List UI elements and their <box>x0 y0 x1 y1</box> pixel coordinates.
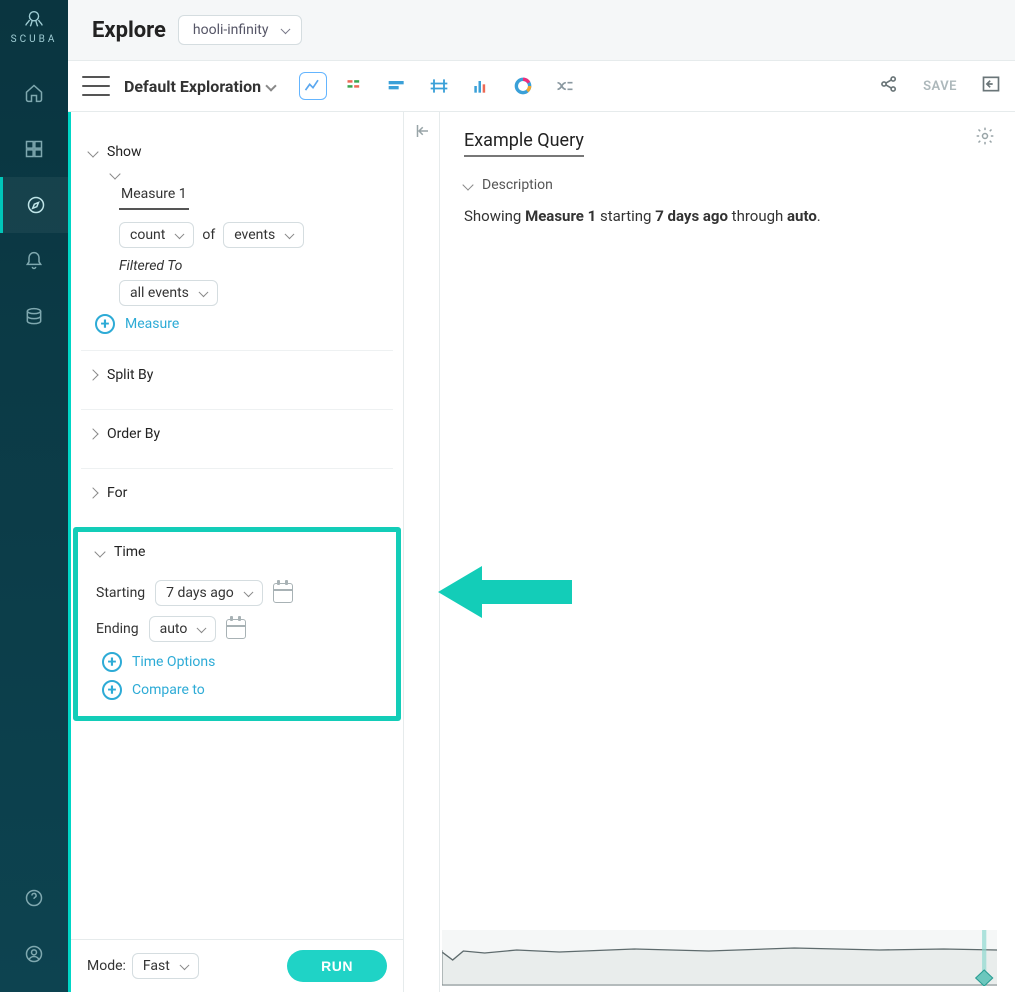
section-time-label: Time <box>114 544 145 560</box>
brand-name: SCUBA <box>11 34 58 45</box>
compass-icon <box>26 195 46 215</box>
compare-to-button[interactable]: + Compare to <box>102 680 378 700</box>
viz-pie-button[interactable] <box>509 72 537 100</box>
database-icon <box>24 307 44 327</box>
brand-logo: SCUBA <box>11 8 58 45</box>
line-chart-icon <box>303 76 323 96</box>
section-splitby-header[interactable]: Split By <box>89 357 385 393</box>
description-text: Showing Measure 1 starting 7 days ago th… <box>464 207 991 225</box>
run-button[interactable]: RUN <box>287 950 387 982</box>
arrow-left-icon <box>438 560 578 624</box>
export-button[interactable] <box>981 74 1001 98</box>
time-options-button[interactable]: + Time Options <box>102 652 378 672</box>
viz-column-button[interactable] <box>467 72 495 100</box>
nav-rail: SCUBA <box>0 0 68 992</box>
sparkline-icon <box>442 930 997 986</box>
nav-account[interactable] <box>0 926 68 982</box>
query-title[interactable]: Example Query <box>464 130 584 157</box>
help-icon <box>24 888 44 908</box>
table-icon <box>345 76 365 96</box>
section-orderby-header[interactable]: Order By <box>89 416 385 452</box>
entity-select[interactable]: events <box>223 222 304 248</box>
query-footer: Mode: Fast RUN <box>71 939 403 992</box>
collapse-panel-button[interactable] <box>413 122 431 992</box>
starting-calendar-button[interactable] <box>273 583 293 603</box>
number-icon <box>429 76 449 96</box>
gear-icon <box>975 126 995 146</box>
save-button[interactable]: SAVE <box>923 79 957 94</box>
viz-sankey-button[interactable] <box>551 72 579 100</box>
timeline-overview[interactable] <box>442 930 997 986</box>
page-title: Explore <box>92 18 166 43</box>
mode-label: Mode: <box>87 958 126 974</box>
section-for-header[interactable]: For <box>89 475 385 511</box>
home-icon <box>24 83 44 103</box>
nav-alerts[interactable] <box>0 233 68 289</box>
flow-icon <box>555 76 575 96</box>
query-panel: Show Measure 1 count of events <box>68 112 404 992</box>
filtered-to-label: Filtered To <box>119 258 385 274</box>
measure-tab[interactable]: Measure 1 <box>119 184 189 210</box>
octopus-icon <box>23 8 45 30</box>
settings-button[interactable] <box>975 126 995 150</box>
collapse-icon <box>413 122 431 140</box>
section-splitby-label: Split By <box>107 367 153 383</box>
ending-calendar-button[interactable] <box>226 619 246 639</box>
time-section-highlight: Time Starting 7 days ago Ending auto <box>73 527 401 721</box>
section-time-header[interactable]: Time <box>96 544 378 570</box>
section-orderby-label: Order By <box>107 426 160 442</box>
page-header: Explore hooli-infinity <box>68 0 1015 60</box>
nav-home[interactable] <box>0 65 68 121</box>
export-icon <box>981 74 1001 94</box>
plus-icon: + <box>102 680 122 700</box>
section-for-label: For <box>107 485 127 501</box>
menu-toggle[interactable] <box>82 76 110 96</box>
viz-bar-button[interactable] <box>383 72 411 100</box>
bar-chart-icon <box>387 76 407 96</box>
of-label: of <box>202 227 215 243</box>
viz-table-button[interactable] <box>341 72 369 100</box>
section-show-header[interactable]: Show <box>89 134 385 170</box>
nav-dashboards[interactable] <box>0 121 68 177</box>
plus-icon: + <box>102 652 122 672</box>
exploration-dropdown[interactable] <box>265 80 276 91</box>
plus-icon: + <box>95 314 115 334</box>
exploration-name: Default Exploration <box>124 77 261 96</box>
bell-icon <box>24 251 44 271</box>
share-button[interactable] <box>879 74 899 98</box>
add-measure-button[interactable]: + Measure <box>95 314 385 334</box>
nav-help[interactable] <box>0 870 68 926</box>
results-panel: Example Query Description Showing Measur… <box>440 112 1015 992</box>
measure-header[interactable] <box>89 170 385 184</box>
viz-number-button[interactable] <box>425 72 453 100</box>
share-icon <box>879 74 899 94</box>
viz-line-button[interactable] <box>299 72 327 100</box>
grid-icon <box>24 139 44 159</box>
annotation-arrow <box>438 560 578 628</box>
column-chart-icon <box>471 76 491 96</box>
nav-data[interactable] <box>0 289 68 345</box>
exploration-toolbar: Default Exploration <box>68 60 1015 112</box>
section-show-label: Show <box>107 144 142 160</box>
ending-select[interactable]: auto <box>149 616 217 642</box>
description-toggle[interactable]: Description <box>464 177 991 193</box>
description-label: Description <box>482 177 553 193</box>
user-icon <box>24 944 44 964</box>
nav-explore[interactable] <box>0 177 68 233</box>
dataset-select[interactable]: hooli-infinity <box>178 15 302 45</box>
ending-label: Ending <box>96 621 139 637</box>
starting-label: Starting <box>96 585 145 601</box>
mode-select[interactable]: Fast <box>132 953 199 979</box>
donut-icon <box>513 76 533 96</box>
starting-select[interactable]: 7 days ago <box>155 580 263 606</box>
filter-select[interactable]: all events <box>119 280 218 306</box>
aggregation-select[interactable]: count <box>119 222 194 248</box>
collapse-column <box>404 112 440 992</box>
